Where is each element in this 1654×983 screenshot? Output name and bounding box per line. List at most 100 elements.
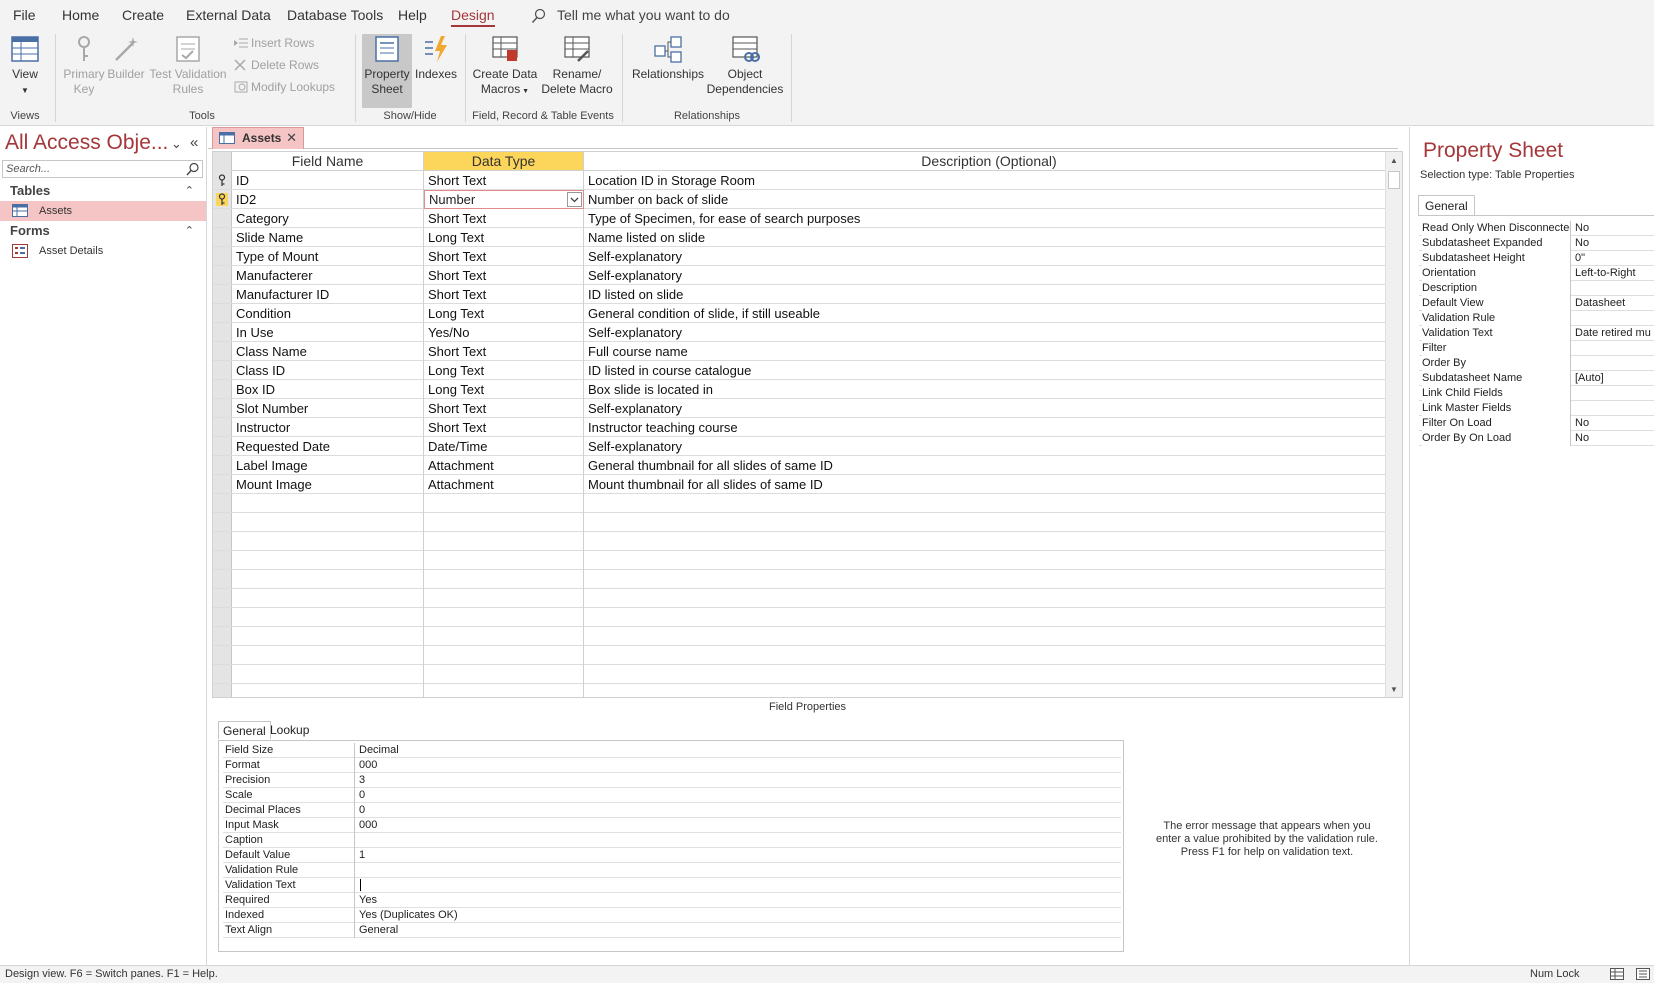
table-property-row[interactable]: Default View Datasheet [1419,296,1654,311]
field-row[interactable]: Box ID Long Text Box slide is located in [213,380,1394,399]
data-type-cell[interactable]: Short Text [424,171,584,190]
field-name-cell[interactable]: Manufacterer [232,266,424,285]
field-name-cell[interactable]: Box ID [232,380,424,399]
description-cell[interactable] [584,665,1394,684]
description-cell[interactable]: Self-explanatory [584,247,1394,266]
data-type-cell[interactable] [424,551,584,570]
table-property-row[interactable]: Filter [1419,341,1654,356]
nav-pane-title[interactable]: All Access Obje... [5,131,168,155]
table-property-value[interactable]: Left-to-Right [1575,266,1654,280]
data-type-cell[interactable] [424,532,584,551]
tab-field-general[interactable]: General [218,721,271,739]
empty-field-row[interactable] [213,627,1394,646]
menu-external-data[interactable]: External Data [186,0,271,30]
empty-field-row[interactable] [213,608,1394,627]
description-cell[interactable]: Location ID in Storage Room [584,171,1394,190]
description-cell[interactable]: Number on back of slide [584,190,1394,209]
data-type-cell[interactable] [424,570,584,589]
data-type-cell[interactable]: Short Text [424,399,584,418]
field-name-cell[interactable]: Class Name [232,342,424,361]
delete-rows-button[interactable]: Delete Rows [234,57,319,73]
field-name-cell[interactable]: Label Image [232,456,424,475]
nav-menu-chevron-icon[interactable]: ⌄ [171,136,182,152]
tab-property-general[interactable]: General [1418,195,1475,215]
empty-field-row[interactable] [213,551,1394,570]
field-name-cell[interactable] [232,570,424,589]
data-type-cell[interactable]: Long Text [424,361,584,380]
property-sheet-button[interactable]: Property Sheet [362,34,412,108]
field-row[interactable]: Mount Image Attachment Mount thumbnail for… [213,475,1394,494]
relationships-button[interactable]: Relationships [630,34,706,82]
data-type-cell[interactable]: Short Text [424,266,584,285]
tell-me-search[interactable]: Tell me what you want to do [531,0,730,30]
field-row[interactable]: Class ID Long Text ID listed in course cat… [213,361,1394,380]
field-name-cell[interactable] [232,646,424,665]
tab-assets[interactable]: Assets ✕ [212,127,304,149]
table-property-row[interactable]: Subdatasheet Name [Auto] [1419,371,1654,386]
field-property-value[interactable]: 000 [359,818,377,832]
field-property-row[interactable]: Default Value 1 [223,848,1121,863]
table-property-row[interactable]: Order By On Load No [1419,431,1654,446]
table-property-row[interactable]: Filter On Load No [1419,416,1654,431]
field-property-row[interactable]: Input Mask 000 [223,818,1121,833]
empty-field-row[interactable] [213,589,1394,608]
field-property-row[interactable]: Field Size Decimal [223,743,1121,758]
field-property-value[interactable]: Yes [359,893,377,907]
description-cell[interactable] [584,570,1394,589]
field-row[interactable]: Requested Date Date/Time Self-explanatory [213,437,1394,456]
data-type-cell[interactable]: Short Text [424,418,584,437]
menu-file[interactable]: File [13,0,36,30]
insert-rows-button[interactable]: Insert Rows [234,35,314,51]
field-name-cell[interactable]: Mount Image [232,475,424,494]
field-name-cell[interactable] [232,589,424,608]
data-type-cell[interactable] [424,608,584,627]
field-name-cell[interactable] [232,627,424,646]
table-property-row[interactable]: Validation Text Date retired mu [1419,326,1654,341]
nav-item-assets-table[interactable]: Assets [0,201,206,221]
table-property-row[interactable]: Orientation Left-to-Right [1419,266,1654,281]
field-row[interactable]: Type of Mount Short Text Self-explanatory [213,247,1394,266]
field-name-cell[interactable]: Slide Name [232,228,424,247]
nav-group-tables[interactable]: Tables ⌃ [0,181,206,201]
data-type-cell[interactable]: Long Text [424,380,584,399]
scroll-thumb[interactable] [1388,171,1400,189]
menu-database-tools[interactable]: Database Tools [287,0,383,30]
description-cell[interactable] [584,646,1394,665]
field-name-cell[interactable] [232,684,424,697]
table-property-row[interactable]: Subdatasheet Height 0" [1419,251,1654,266]
test-validation-rules-button[interactable]: Test Validation Rules [148,34,228,97]
field-property-value[interactable]: Yes (Duplicates OK) [359,908,458,922]
field-row[interactable]: Manufacterer Short Text Self-explanatory [213,266,1394,285]
table-property-value[interactable]: No [1575,236,1654,250]
description-cell[interactable] [584,684,1394,697]
description-cell[interactable]: Instructor teaching course [584,418,1394,437]
view-button[interactable]: View ▼ [6,34,44,98]
field-row[interactable]: Slide Name Long Text Name listed on slide [213,228,1394,247]
description-cell[interactable]: Full course name [584,342,1394,361]
field-row[interactable]: Category Short Text Type of Specimen, for … [213,209,1394,228]
field-name-cell[interactable] [232,608,424,627]
field-name-cell[interactable]: Class ID [232,361,424,380]
data-type-cell[interactable]: Attachment [424,475,584,494]
builder-button[interactable]: Builder [105,34,147,82]
field-property-row[interactable]: Indexed Yes (Duplicates OK) [223,908,1121,923]
description-cell[interactable] [584,589,1394,608]
field-row[interactable]: Condition Long Text General condition of s… [213,304,1394,323]
description-cell[interactable]: Box slide is located in [584,380,1394,399]
field-name-cell[interactable] [232,665,424,684]
field-property-value[interactable]: 3 [359,773,365,787]
field-property-value[interactable]: General [359,923,398,937]
field-row[interactable]: ID Short Text Location ID in Storage Room [213,171,1394,190]
field-row[interactable]: Class Name Short Text Full course name [213,342,1394,361]
object-dependencies-button[interactable]: Object Dependencies [706,34,784,97]
field-name-cell[interactable]: Type of Mount [232,247,424,266]
field-name-cell[interactable]: Instructor [232,418,424,437]
table-property-value[interactable]: No [1575,416,1654,430]
datasheet-view-icon[interactable] [1610,968,1624,980]
data-type-cell[interactable] [424,190,584,209]
menu-design[interactable]: Design [451,0,495,30]
data-type-cell[interactable] [424,589,584,608]
data-type-cell[interactable]: Attachment [424,456,584,475]
description-cell[interactable] [584,494,1394,513]
empty-field-row[interactable] [213,665,1394,684]
